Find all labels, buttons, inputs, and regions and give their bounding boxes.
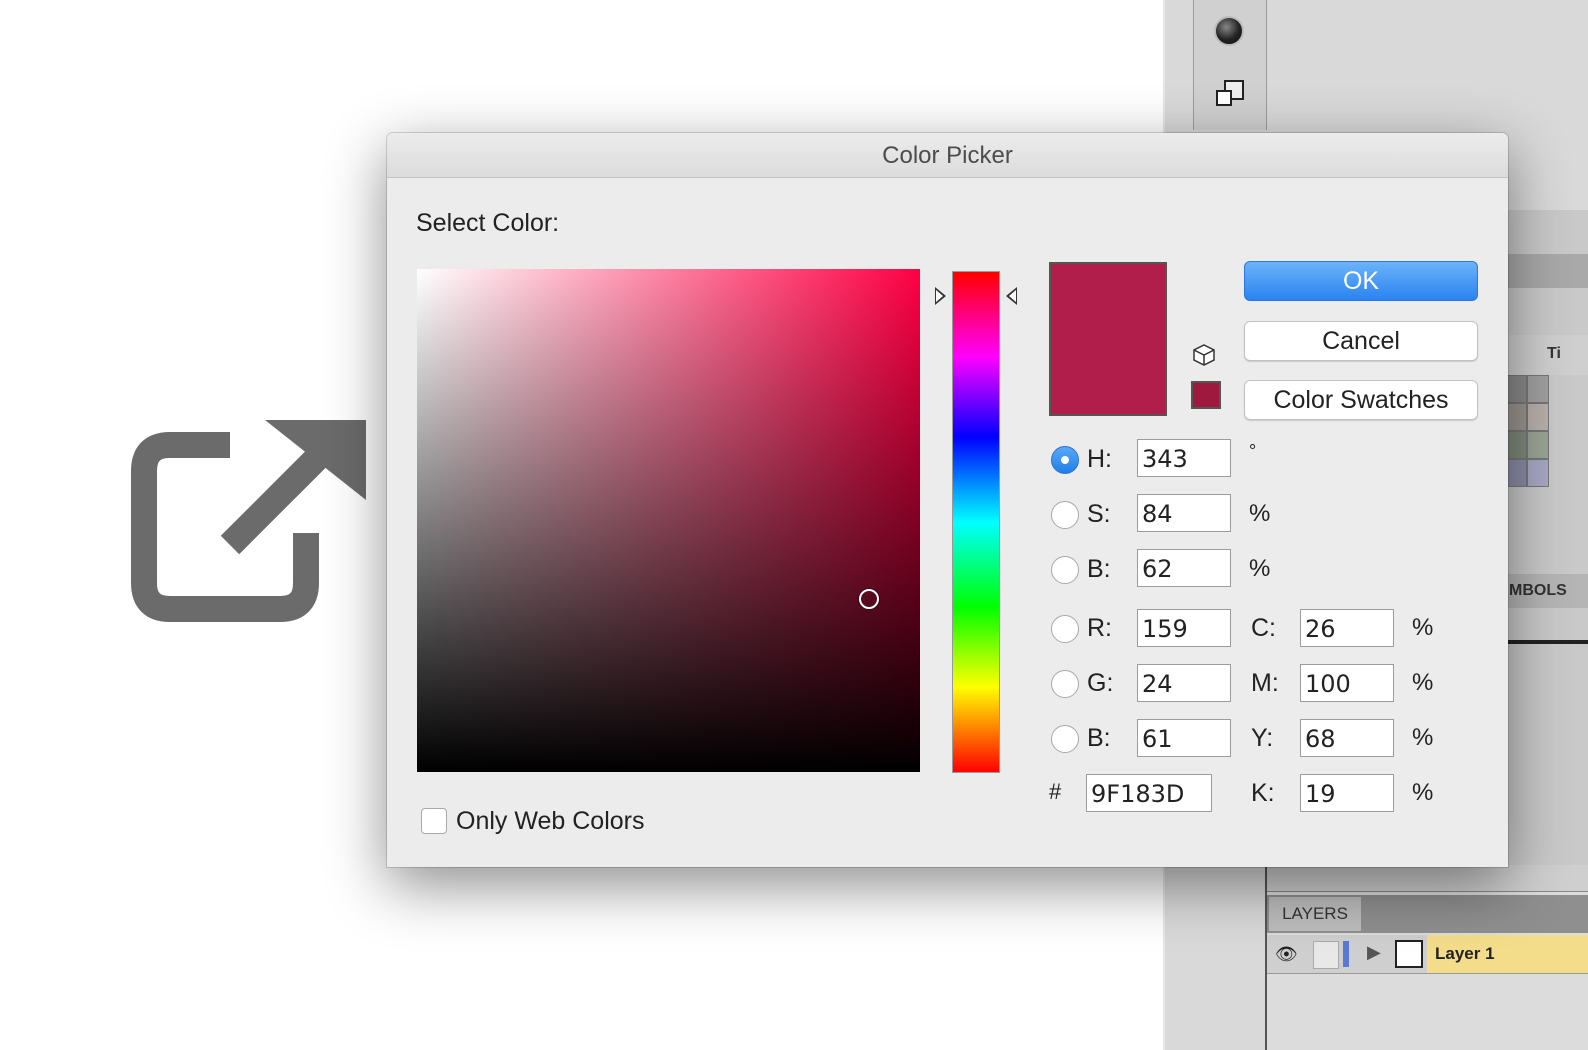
color-cursor[interactable]	[859, 589, 879, 609]
ok-button[interactable]: OK	[1244, 261, 1478, 301]
grid-cell	[1505, 403, 1527, 431]
percent-unit: %	[1412, 614, 1434, 641]
green-label: G:	[1087, 669, 1114, 697]
layers-tab-bar: LAYERS	[1267, 895, 1588, 933]
current-color-swatch	[1049, 262, 1167, 416]
grid-cell	[1505, 431, 1527, 459]
hue-slider[interactable]	[952, 271, 1000, 773]
saturation-input[interactable]	[1137, 494, 1231, 532]
external-link-icon	[131, 420, 366, 622]
brightness-radio[interactable]	[1051, 556, 1079, 584]
hue-radio[interactable]	[1051, 446, 1079, 474]
panel-label-ti: Ti	[1547, 345, 1561, 362]
saturation-brightness-field[interactable]	[417, 269, 920, 772]
blue-input[interactable]	[1137, 719, 1231, 757]
panel-header-ti: Ti	[1505, 335, 1588, 375]
record-icon	[1214, 16, 1244, 46]
layer-name: Layer 1	[1435, 944, 1495, 963]
brightness-input[interactable]	[1137, 549, 1231, 587]
layer-thumbnail	[1395, 940, 1423, 968]
background-panel-stack: Ti MBOLS	[1505, 210, 1588, 890]
yellow-input[interactable]	[1300, 719, 1394, 757]
hex-label: #	[1049, 779, 1062, 804]
grid-cell	[1505, 375, 1527, 403]
hue-slider-left-arrow[interactable]	[935, 287, 946, 305]
hue-slider-right-arrow[interactable]	[1006, 287, 1017, 305]
layer-color-marker	[1343, 941, 1349, 967]
layers-toolbar	[1267, 865, 1588, 892]
grid-cell	[1527, 403, 1549, 431]
lock-toggle[interactable]	[1313, 941, 1339, 969]
green-radio[interactable]	[1051, 670, 1079, 698]
record-tool-button[interactable]	[1210, 12, 1248, 50]
select-color-label: Select Color:	[416, 209, 560, 237]
color-picker-dialog: Color Picker Select Color: OK Cancel Col…	[387, 133, 1508, 867]
grid-cell	[1527, 459, 1549, 487]
color-swatches-button[interactable]: Color Swatches	[1244, 380, 1478, 420]
red-label: R:	[1087, 614, 1112, 642]
stack-tool-button[interactable]	[1210, 72, 1248, 110]
degree-unit: °	[1249, 441, 1257, 461]
yellow-label: Y:	[1251, 724, 1274, 752]
percent-unit: %	[1412, 779, 1434, 806]
cube-icon[interactable]	[1192, 343, 1216, 367]
saturation-label: S:	[1087, 500, 1111, 528]
cyan-input[interactable]	[1300, 609, 1394, 647]
red-radio[interactable]	[1051, 615, 1079, 643]
grid-cell	[1505, 459, 1527, 487]
expand-arrow-icon[interactable]: ▶	[1367, 942, 1381, 963]
percent-unit: %	[1412, 724, 1434, 751]
tab-layers[interactable]: LAYERS	[1269, 897, 1361, 931]
tools-strip	[1193, 0, 1267, 130]
layers-panel: LAYERS 👁 ▶ Layer 1	[1265, 865, 1588, 1050]
eye-icon[interactable]: 👁	[1275, 943, 1303, 965]
only-web-colors-label[interactable]: Only Web Colors	[456, 807, 645, 836]
cancel-button[interactable]: Cancel	[1244, 321, 1478, 361]
grid-cell	[1527, 375, 1549, 403]
brightness-label: B:	[1087, 555, 1111, 583]
percent-unit: %	[1249, 555, 1271, 582]
panel-label-symbols: MBOLS	[1509, 582, 1567, 599]
saturation-radio[interactable]	[1051, 501, 1079, 529]
magenta-label: M:	[1251, 669, 1279, 697]
grid-cell	[1527, 431, 1549, 459]
only-web-colors-checkbox[interactable]	[421, 808, 447, 834]
layer-row[interactable]: 👁 ▶ Layer 1	[1267, 935, 1588, 974]
hue-label: H:	[1087, 445, 1112, 473]
panel-header-bar	[1505, 254, 1588, 288]
red-input[interactable]	[1137, 609, 1231, 647]
panel-divider	[1505, 640, 1588, 644]
layers-stack-icon	[1214, 76, 1244, 106]
layer-name-cell[interactable]: Layer 1	[1427, 935, 1588, 973]
dialog-title: Color Picker	[387, 133, 1508, 178]
hex-input[interactable]	[1086, 774, 1212, 812]
percent-unit: %	[1412, 669, 1434, 696]
percent-unit: %	[1249, 500, 1271, 527]
green-input[interactable]	[1137, 664, 1231, 702]
magenta-input[interactable]	[1300, 664, 1394, 702]
blue-label: B:	[1087, 724, 1111, 752]
black-input[interactable]	[1300, 774, 1394, 812]
blue-radio[interactable]	[1051, 725, 1079, 753]
hue-input[interactable]	[1137, 439, 1231, 477]
web-safe-color-swatch[interactable]	[1191, 381, 1221, 409]
panel-header-symbols: MBOLS	[1505, 574, 1588, 608]
cyan-label: C:	[1251, 614, 1276, 642]
black-label: K:	[1251, 779, 1275, 807]
